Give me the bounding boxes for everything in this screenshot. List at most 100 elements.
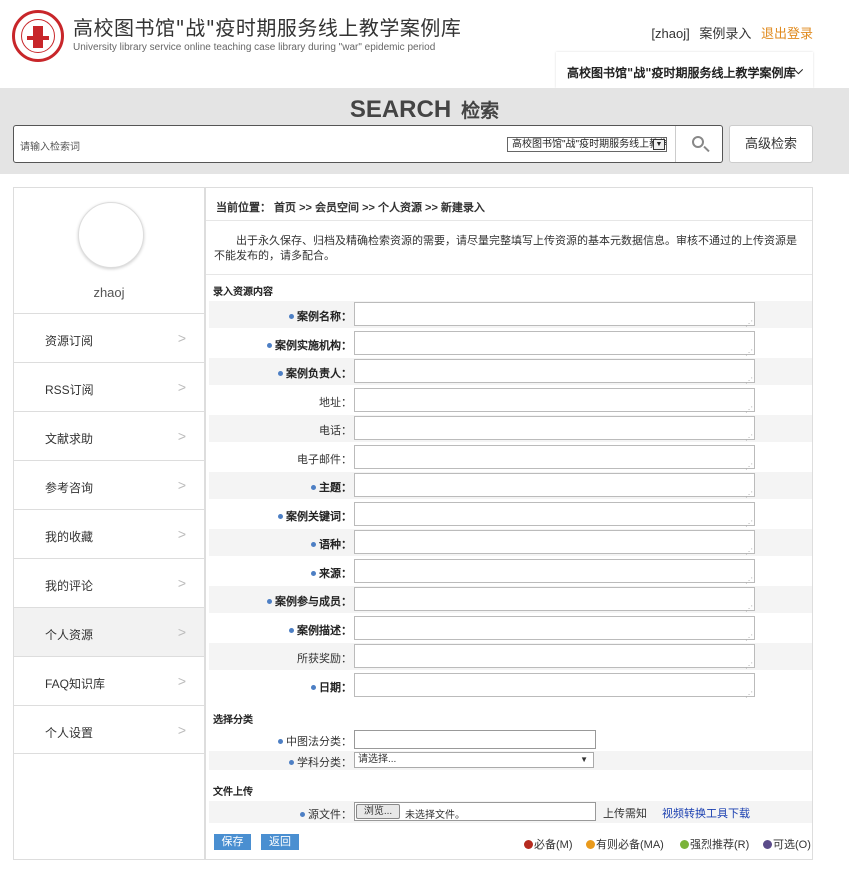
sidebar-item-resource-subscription[interactable]: 资源订阅 > [14,313,204,362]
field-label: 日期： [311,679,352,695]
sidebar-item-label: 个人设置 [45,726,94,740]
required-dot-icon [278,370,283,376]
green-dot-icon [680,839,689,849]
sidebar-item-reference-consult[interactable]: 参考咨询 > [14,460,204,509]
form-row-language: 语种： [209,529,812,556]
required-dot-icon [278,513,283,519]
form-row-date: 日期： [209,672,812,699]
site-subtitle: University library service online teachi… [73,42,436,53]
search-box: 请输入检索词 高校图书馆"战"疫时期服务线上教学案例库 ▼ [13,125,723,163]
sidebar-item-label: RSS订阅 [45,383,94,397]
sidebar-item-rss[interactable]: RSS订阅 > [14,362,204,411]
sidebar-item-document-request[interactable]: 文献求助 > [14,411,204,460]
chevron-right-icon: > [177,673,186,689]
sidebar-item-faq[interactable]: FAQ知识库 > [14,656,204,705]
form-row-awards: 所获奖励： [209,643,812,670]
breadcrumb: 当前位置： 首页 >> 会员空间 >> 个人资源 >> 新建录入 [216,202,485,214]
sidebar-item-label: 个人资源 [45,628,94,642]
search-input[interactable]: 请输入检索词 [20,138,80,153]
sidebar-item-favorites[interactable]: 我的收藏 > [14,509,204,558]
search-band: SEARCH 检索 请输入检索词 高校图书馆"战"疫时期服务线上教学案例库 ▼ 高… [0,88,849,174]
video-tool-download-link[interactable]: 视频转换工具下载 [662,805,750,821]
subject-input[interactable] [354,473,755,499]
form-row-subject: 主题： [209,472,812,499]
sidebar-item-comments[interactable]: 我的评论 > [14,558,204,607]
user-links: [zhaoj] 案例录入 退出登录 [645,23,813,42]
search-scope-select[interactable]: 高校图书馆"战"疫时期服务线上教学案例库 ▼ [507,137,667,152]
date-input[interactable] [354,673,755,699]
sidebar-username: zhaoj [93,285,125,300]
required-dot-icon [267,598,272,604]
case-name-input[interactable] [354,302,755,328]
chevron-right-icon: > [177,526,186,542]
required-dot-icon [278,738,283,744]
library-selector[interactable]: 高校图书馆"战"疫时期服务线上教学案例库 ⌵ [556,52,813,88]
file-status: 未选择文件。 [405,810,465,821]
main-panel: 当前位置： 首页 >> 会员空间 >> 个人资源 >> 新建录入 出于永久保存、… [205,187,813,860]
save-button[interactable]: 保存 [214,834,251,850]
upload-notice-link[interactable]: 上传需知 [603,805,647,821]
required-dot-icon [300,811,305,817]
field-label: 电子邮件： [297,454,352,466]
advanced-search-button[interactable]: 高级检索 [729,125,813,163]
form-row-email: 电子邮件： [209,444,812,471]
sidebar-item-label: 资源订阅 [45,334,94,348]
username-link[interactable]: [zhaoj] [651,26,689,41]
dropdown-arrow-icon: ▼ [580,755,588,764]
red-dot-icon [524,839,533,849]
sidebar-item-personal-resources[interactable]: 个人资源 > [14,607,204,656]
form-row-file: 源文件： 浏览... 未选择文件。 上传需知 视频转换工具下载 [209,801,812,823]
sidebar-item-label: FAQ知识库 [45,677,106,691]
sidebar-item-label: 我的评论 [45,579,94,593]
sidebar-item-label: 我的收藏 [45,530,94,544]
chevron-down-icon: ⌵ [793,63,803,77]
source-input[interactable] [354,559,755,585]
field-label: 案例负责人： [278,365,352,381]
sidebar-menu: 资源订阅 > RSS订阅 > 文献求助 > 参考咨询 > 我的收藏 > 我的评论 > 个人资… [14,313,204,754]
form-row-source: 来源： [209,558,812,585]
required-dot-icon [289,313,294,319]
university-logo [12,10,64,62]
discipline-select[interactable]: 请选择... ▼ [354,752,594,768]
required-dot-icon [289,627,294,633]
legend-mandatory-if: 有则必备(MA) [586,836,664,852]
form-row-case-name: 案例名称： [209,301,812,328]
search-scope-value: 高校图书馆"战"疫时期服务线上教学案例库 [512,139,666,150]
field-label: 案例实施机构： [267,337,352,353]
form-row-keywords: 案例关键词： [209,501,812,528]
back-button[interactable]: 返回 [261,834,299,850]
keywords-input[interactable] [354,502,755,528]
case-org-input[interactable] [354,331,755,357]
avatar[interactable] [78,202,144,268]
field-label: 案例参与成员： [267,593,352,609]
sidebar-item-settings[interactable]: 个人设置 > [14,705,204,754]
description-input[interactable] [354,616,755,642]
browse-button[interactable]: 浏览... [356,804,400,819]
required-dot-icon [311,684,316,690]
required-dot-icon [311,541,316,547]
required-dot-icon [289,759,294,765]
case-entry-link[interactable]: 案例录入 [699,26,751,41]
logout-link[interactable]: 退出登录 [761,26,813,41]
case-owner-input[interactable] [354,359,755,385]
field-label: 语种： [311,536,352,552]
form-row-clc: 中图法分类： [209,730,812,749]
search-heading-en: SEARCH [349,96,452,123]
search-button[interactable] [675,126,723,162]
members-input[interactable] [354,587,755,613]
form-row-members: 案例参与成员： [209,586,812,613]
email-input[interactable] [354,445,755,471]
site-title: 高校图书馆"战"疫时期服务线上教学案例库 [73,16,462,40]
address-input[interactable] [354,388,755,414]
chevron-right-icon: > [177,722,186,738]
section-title-file: 文件上传 [213,787,253,798]
clc-category-input[interactable] [354,730,596,749]
field-label: 案例关键词： [278,508,352,524]
phone-input[interactable] [354,416,755,442]
orange-dot-icon [586,839,595,849]
awards-input[interactable] [354,644,755,670]
field-label: 案例名称： [289,308,352,324]
required-dot-icon [267,342,272,348]
language-input[interactable] [354,530,755,556]
section-title-category: 选择分类 [213,715,253,726]
